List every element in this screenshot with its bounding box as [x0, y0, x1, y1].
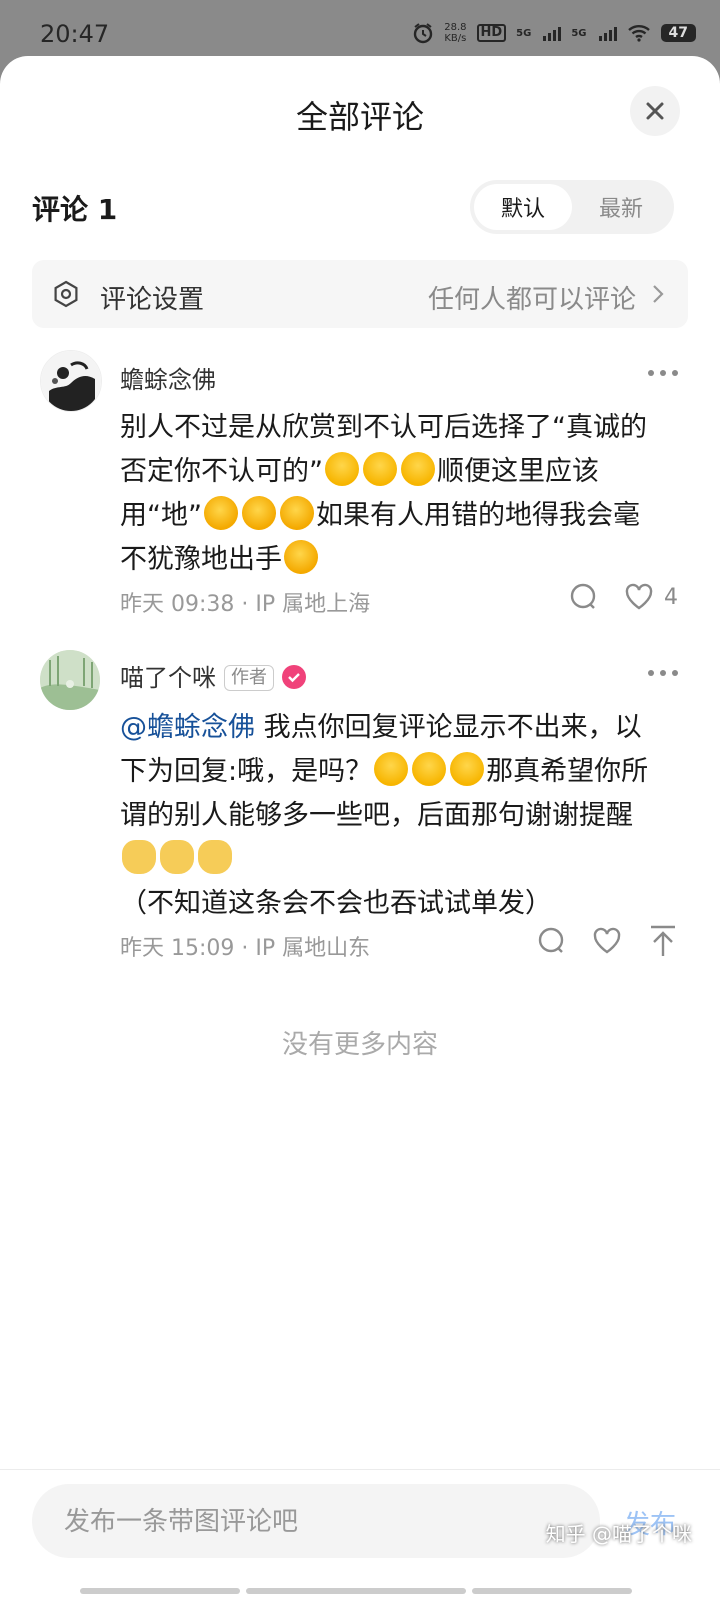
comment-text: 别人不过是从欣赏到不认可后选择了“真诚的否定你不认可的” 顺便这里应该用“地” 如果…	[120, 406, 660, 582]
comments-sheet: 全部评论 评论 1 默认 最新 评论设置 任何人都可以评论 蟾蜍念佛 别人不过是…	[0, 56, 720, 1600]
comment-text: @蟾蜍念佛 我点你回复评论显示不出来，以下为回复:哦，是吗？ 那真希望你所谓的别人…	[120, 712, 649, 919]
comment-location: IP 属地山东	[255, 936, 371, 961]
comment-time: 昨天 09:38	[120, 592, 235, 617]
comment-actions	[536, 924, 678, 958]
battery-icon: 47	[660, 24, 696, 42]
gesture-bar	[472, 1588, 632, 1594]
more-options-button[interactable]	[648, 670, 678, 676]
status-icons: 28.8 KB/s HD 5G 5G 47	[412, 22, 696, 44]
signal-icon	[598, 25, 617, 41]
rofl-emoji-icon	[275, 491, 319, 535]
chevron-right-icon	[653, 285, 664, 303]
verified-badge-icon	[282, 665, 306, 689]
cat-emoji-icon	[160, 840, 194, 874]
avatar[interactable]	[40, 350, 102, 412]
no-more-content: 没有更多内容	[281, 1030, 438, 1060]
comment-item: 喵了个咪 作者 @蟾蜍念佛 我点你回复评论显示不出来，以下为回复:哦，是吗？ 那真希…	[0, 646, 720, 986]
hd-icon: HD	[476, 24, 507, 42]
status-time: 20:47	[40, 20, 110, 48]
comment-input-bar: 发布 知乎 @喵了个咪	[0, 1469, 720, 1600]
settings-hexagon-icon	[54, 280, 78, 308]
more-options-button[interactable]	[648, 370, 678, 376]
author-tag: 作者	[224, 665, 274, 691]
comment-meta: 昨天 15:09 · IP 属地山东	[120, 936, 371, 961]
sheet-title: 全部评论	[295, 98, 424, 136]
comment-actions: 4	[568, 582, 678, 612]
blush-emoji-icon	[412, 752, 447, 786]
net-speed: 28.8 KB/s	[444, 22, 467, 44]
status-bar: 20:47 28.8 KB/s HD 5G 5G 47	[0, 0, 720, 64]
close-button[interactable]	[630, 86, 680, 136]
network-type-1: 5G	[516, 27, 532, 39]
rofl-emoji-icon	[199, 491, 243, 535]
avatar-image	[41, 351, 101, 411]
blush-emoji-icon	[374, 752, 409, 786]
heart-icon	[625, 583, 653, 610]
comment-time: 昨天 15:09	[120, 936, 235, 961]
network-type-2: 5G	[571, 27, 587, 39]
watermark: 知乎 @喵了个咪	[545, 1522, 692, 1546]
like-button[interactable]: 4	[624, 583, 678, 611]
gesture-bar	[246, 1588, 466, 1594]
comment-settings-row[interactable]: 评论设置 任何人都可以评论	[32, 260, 688, 328]
cat-emoji-icon	[198, 840, 232, 874]
alarm-icon	[414, 23, 433, 44]
comment-author[interactable]: 蟾蜍念佛	[120, 360, 216, 395]
close-icon	[646, 102, 664, 120]
blush-emoji-icon	[363, 452, 397, 486]
mention-link[interactable]: @蟾蜍念佛	[120, 712, 255, 743]
sort-default-button[interactable]: 默认	[474, 184, 572, 230]
reply-icon[interactable]	[568, 582, 598, 612]
heart-icon[interactable]	[592, 927, 622, 955]
rofl-emoji-icon	[279, 535, 323, 579]
comment-author[interactable]: 喵了个咪 作者	[120, 658, 306, 693]
comment-location: IP 属地上海	[255, 592, 371, 617]
comment-item: 蟾蜍念佛 别人不过是从欣赏到不认可后选择了“真诚的否定你不认可的” 顺便这里应该用…	[0, 348, 720, 648]
comment-meta: 昨天 09:38 · IP 属地上海	[120, 592, 371, 617]
sort-latest-button[interactable]: 最新	[572, 184, 670, 230]
pin-top-icon[interactable]	[648, 924, 678, 958]
comment-count-label: 评论 1	[32, 193, 118, 226]
reply-icon[interactable]	[536, 926, 566, 956]
gesture-bar	[80, 1588, 240, 1594]
blush-emoji-icon	[325, 452, 359, 486]
settings-label: 评论设置	[100, 285, 205, 315]
wifi-icon	[627, 25, 650, 42]
avatar-image	[40, 650, 100, 710]
blush-emoji-icon	[450, 752, 485, 786]
cat-emoji-icon	[122, 840, 156, 874]
blush-emoji-icon	[401, 452, 435, 486]
sort-toggle: 默认 最新	[470, 180, 674, 234]
settings-value: 任何人都可以评论	[427, 285, 636, 315]
rofl-emoji-icon	[237, 491, 281, 535]
like-count: 4	[664, 584, 678, 610]
comment-input-wrapper	[32, 1484, 600, 1560]
signal-icon	[543, 25, 562, 41]
comment-input[interactable]	[62, 1484, 586, 1560]
avatar[interactable]	[40, 650, 100, 710]
